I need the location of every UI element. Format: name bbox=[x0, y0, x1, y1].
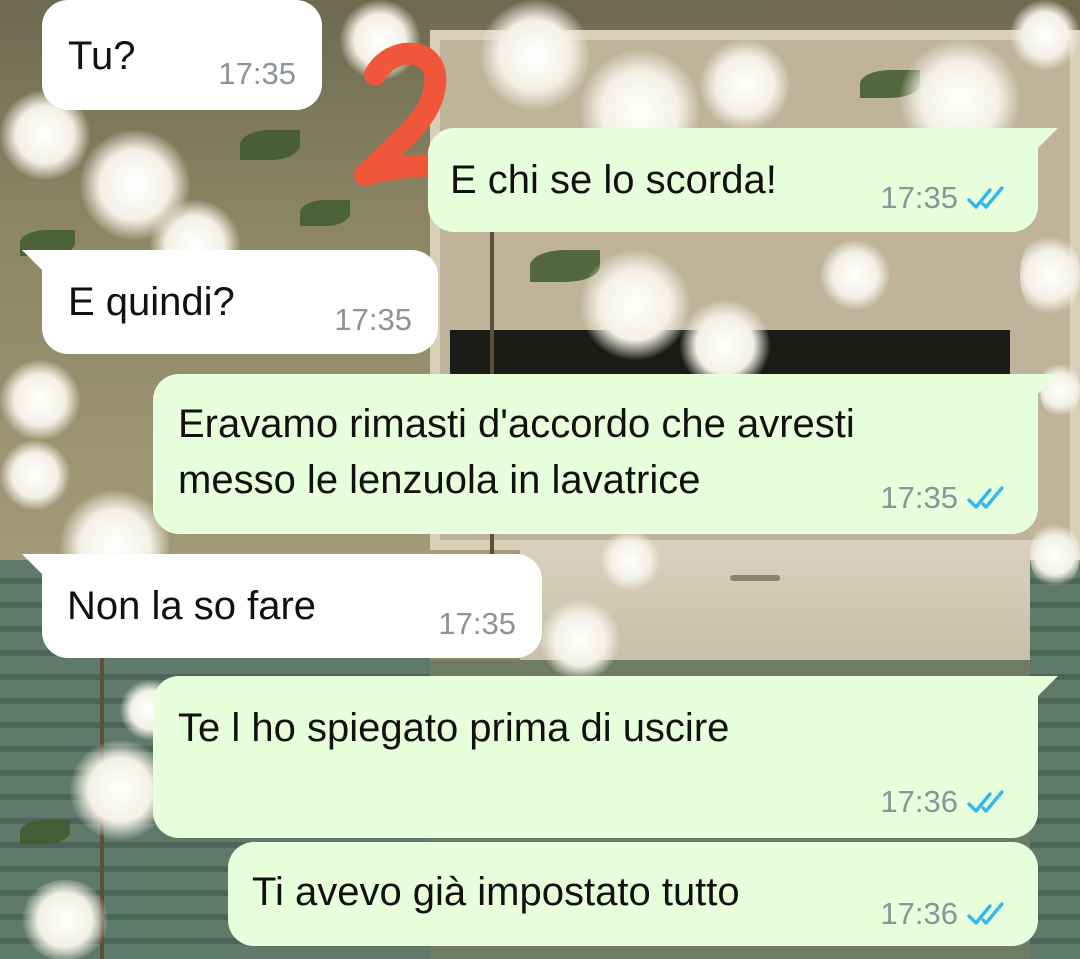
outgoing-message[interactable]: Te l ho spiegato prima di uscire 17:36 bbox=[153, 676, 1058, 838]
message-meta: 17:35 bbox=[438, 606, 516, 642]
message-time: 17:35 bbox=[438, 606, 516, 641]
wallpaper-blossom bbox=[580, 250, 690, 360]
bubble-tail bbox=[1036, 676, 1058, 698]
wallpaper-blossom bbox=[540, 600, 620, 680]
message-meta: 17:36 bbox=[880, 896, 1012, 932]
wallpaper-blossom bbox=[600, 530, 660, 590]
message-text: Te l ho spiegato prima di uscire bbox=[178, 706, 730, 750]
message-time: 17:35 bbox=[334, 302, 412, 337]
message-time: 17:35 bbox=[880, 480, 958, 515]
message-text-line: Eravamo rimasti d'accordo che avresti bbox=[178, 402, 855, 446]
wallpaper-blossom bbox=[1010, 0, 1080, 70]
outgoing-message[interactable]: Ti avevo già impostato tutto 17:36 bbox=[228, 842, 1038, 946]
message-time: 17:36 bbox=[880, 784, 958, 819]
wallpaper-blossom bbox=[0, 360, 80, 440]
wallpaper-blossom bbox=[20, 880, 110, 959]
message-text-line: messo le lenzuola in lavatrice bbox=[178, 458, 701, 502]
outgoing-message[interactable]: E chi se lo scorda! 17:35 bbox=[428, 128, 1058, 232]
outgoing-message[interactable]: Eravamo rimasti d'accordo che avresti me… bbox=[153, 374, 1058, 534]
message-time: 17:35 bbox=[880, 180, 958, 215]
incoming-message[interactable]: Tu? 17:35 bbox=[42, 0, 322, 110]
double-check-icon bbox=[967, 186, 1004, 209]
incoming-message[interactable]: Non la so fare 17:35 bbox=[22, 554, 542, 658]
wallpaper-blossom bbox=[820, 240, 890, 310]
wallpaper-blossom bbox=[1030, 520, 1080, 590]
bubble-tail bbox=[22, 250, 44, 272]
wallpaper-leaf bbox=[20, 820, 70, 844]
bubble-tail bbox=[22, 554, 44, 576]
message-meta: 17:36 bbox=[880, 784, 1012, 820]
message-meta: 17:35 bbox=[334, 302, 412, 338]
wallpaper-blossom bbox=[1020, 230, 1080, 320]
message-text: Tu? bbox=[68, 34, 136, 78]
message-meta: 17:35 bbox=[218, 56, 296, 92]
double-check-icon bbox=[967, 902, 1004, 925]
double-check-icon bbox=[967, 790, 1004, 813]
message-text: Non la so fare bbox=[67, 584, 317, 628]
wallpaper-blossom bbox=[480, 0, 590, 110]
message-meta: 17:35 bbox=[880, 480, 1012, 516]
message-text: Ti avevo già impostato tutto bbox=[252, 870, 740, 914]
message-time: 17:35 bbox=[218, 56, 296, 91]
wallpaper-leaf bbox=[240, 130, 300, 160]
wallpaper-blossom bbox=[0, 440, 70, 510]
message-meta: 17:35 bbox=[880, 180, 1012, 216]
message-text: E quindi? bbox=[68, 280, 235, 324]
message-text: E chi se lo scorda! bbox=[450, 158, 777, 202]
wallpaper-leaf bbox=[300, 200, 350, 226]
wallpaper-blossom bbox=[700, 40, 790, 130]
double-check-icon bbox=[967, 486, 1004, 509]
wallpaper-handle bbox=[730, 575, 780, 581]
bubble-tail bbox=[1036, 128, 1058, 150]
message-time: 17:36 bbox=[880, 896, 958, 931]
bubble-tail bbox=[1036, 374, 1058, 396]
incoming-message[interactable]: E quindi? 17:35 bbox=[22, 250, 438, 354]
